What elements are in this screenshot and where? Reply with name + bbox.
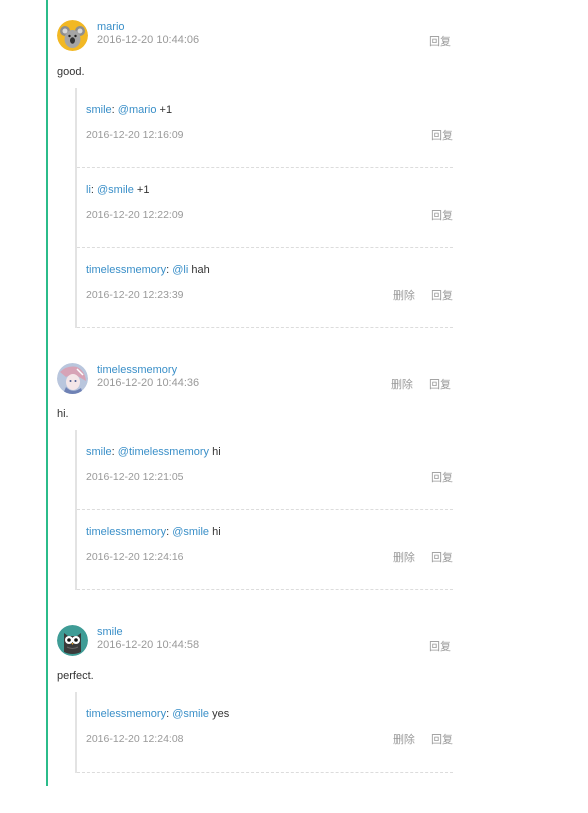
- reply-button[interactable]: 回复: [429, 641, 451, 653]
- reply-text: hah: [191, 264, 210, 276]
- reply-line: li: @smile +1: [86, 184, 150, 196]
- comment-actions: 删除 回复: [378, 378, 451, 392]
- anime-avatar-icon: [57, 363, 88, 394]
- comment-time: 2016-12-20 10:44:58: [97, 639, 200, 651]
- reply-button[interactable]: 回复: [431, 552, 453, 564]
- reply-mention[interactable]: @smile: [97, 184, 134, 196]
- reply-author[interactable]: li: [86, 184, 91, 196]
- reply-item: li: @smile +1 2016-12-20 12:22:09 回复: [77, 168, 453, 248]
- reply-button[interactable]: 回复: [429, 36, 451, 48]
- reply-mention[interactable]: @timelessmemory: [118, 446, 209, 458]
- reply-actions: 回复: [418, 209, 453, 223]
- reply-line: smile: @mario +1: [86, 104, 173, 116]
- reply-author[interactable]: smile: [86, 446, 112, 458]
- reply-actions: 回复: [418, 471, 453, 485]
- reply-button[interactable]: 回复: [429, 379, 451, 391]
- reply-item: smile: @timelessmemory hi 2016-12-20 12:…: [77, 430, 453, 510]
- reply-mention[interactable]: @mario: [118, 104, 157, 116]
- delete-button[interactable]: 删除: [393, 734, 415, 746]
- comment-actions: 回复: [416, 35, 451, 49]
- reply-text: yes: [212, 708, 230, 720]
- reply-actions: 删除 回复: [380, 733, 453, 747]
- reply-text: hi: [212, 526, 221, 538]
- comment-thread: timelessmemory 2016-12-20 10:44:36 删除 回复…: [57, 363, 453, 593]
- reply-item: smile: @mario +1 2016-12-20 12:16:09 回复: [77, 88, 453, 168]
- reply-time: 2016-12-20 12:16:09: [86, 129, 184, 141]
- reply-mention[interactable]: @li: [172, 264, 188, 276]
- reply-author[interactable]: timelessmemory: [86, 264, 166, 276]
- comment-author[interactable]: smile: [97, 625, 123, 639]
- reply-text: +1: [159, 104, 173, 116]
- reply-text: +1: [136, 184, 150, 196]
- delete-button[interactable]: 删除: [391, 379, 413, 391]
- comment-time: 2016-12-20 10:44:36: [97, 377, 200, 389]
- reply-actions: 删除 回复: [380, 289, 453, 303]
- reply-list: smile: @timelessmemory hi 2016-12-20 12:…: [75, 430, 453, 590]
- comment-text: good.: [57, 66, 85, 78]
- reply-time: 2016-12-20 12:24:16: [86, 551, 184, 563]
- reply-author[interactable]: smile: [86, 104, 112, 116]
- reply-button[interactable]: 回复: [431, 290, 453, 302]
- reply-list: timelessmemory: @smile yes 2016-12-20 12…: [75, 692, 453, 773]
- comment-time: 2016-12-20 10:44:06: [97, 34, 200, 46]
- comment-thread: mario 2016-12-20 10:44:06 回复 good. smile…: [57, 20, 453, 328]
- reply-list: smile: @mario +1 2016-12-20 12:16:09 回复 …: [75, 88, 453, 328]
- reply-actions: 删除 回复: [380, 551, 453, 565]
- reply-mention[interactable]: @smile: [172, 526, 209, 538]
- reply-mention[interactable]: @smile: [172, 708, 209, 720]
- timeline-bar: [46, 0, 48, 786]
- comment-text: perfect.: [57, 670, 94, 682]
- reply-text: hi: [212, 446, 221, 458]
- reply-button[interactable]: 回复: [431, 210, 453, 222]
- reply-author[interactable]: timelessmemory: [86, 708, 166, 720]
- reply-line: timelessmemory: @li hah: [86, 264, 210, 276]
- comment-author[interactable]: mario: [97, 20, 125, 34]
- comment-thread: smile 2016-12-20 10:44:58 回复 perfect. ti…: [57, 625, 453, 775]
- reply-time: 2016-12-20 12:21:05: [86, 471, 184, 483]
- comment-author[interactable]: timelessmemory: [97, 363, 177, 377]
- reply-line: timelessmemory: @smile yes: [86, 708, 230, 720]
- comment-text: hi.: [57, 408, 69, 420]
- reply-time: 2016-12-20 12:22:09: [86, 209, 184, 221]
- reply-actions: 回复: [418, 129, 453, 143]
- reply-button[interactable]: 回复: [431, 472, 453, 484]
- reply-line: timelessmemory: @smile hi: [86, 526, 221, 538]
- koala-avatar-icon: [57, 20, 88, 51]
- delete-button[interactable]: 删除: [393, 290, 415, 302]
- reply-line: smile: @timelessmemory hi: [86, 446, 221, 458]
- reply-item: timelessmemory: @smile yes 2016-12-20 12…: [77, 692, 453, 773]
- reply-button[interactable]: 回复: [431, 130, 453, 142]
- reply-author[interactable]: timelessmemory: [86, 526, 166, 538]
- reply-item: timelessmemory: @li hah 2016-12-20 12:23…: [77, 248, 453, 328]
- reply-time: 2016-12-20 12:23:39: [86, 289, 184, 301]
- reply-button[interactable]: 回复: [431, 734, 453, 746]
- reply-time: 2016-12-20 12:24:08: [86, 733, 184, 745]
- reply-item: timelessmemory: @smile hi 2016-12-20 12:…: [77, 510, 453, 590]
- delete-button[interactable]: 删除: [393, 552, 415, 564]
- comment-actions: 回复: [416, 640, 451, 654]
- owl-avatar-icon: [57, 625, 88, 656]
